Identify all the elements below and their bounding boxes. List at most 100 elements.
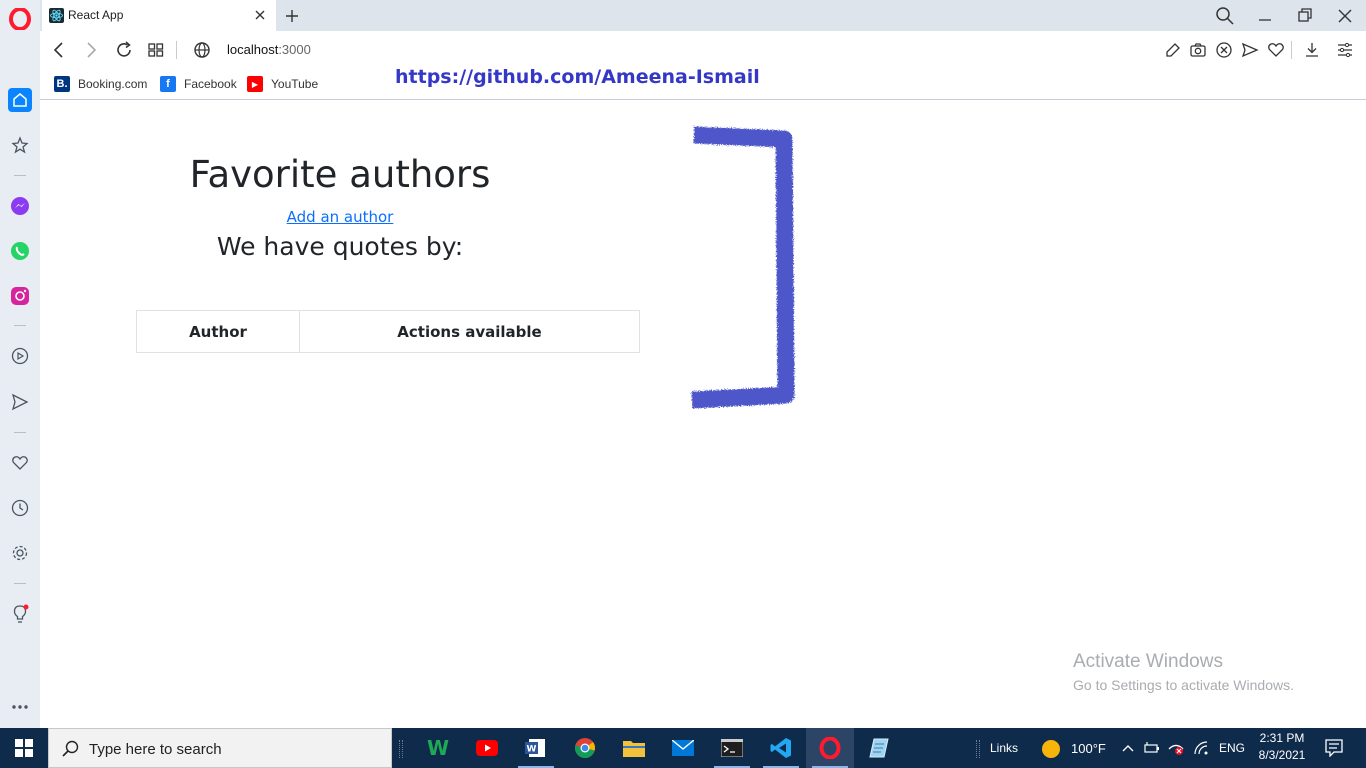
easy-setup-menu-icon[interactable] — [1336, 41, 1354, 59]
send-flow-icon[interactable] — [1241, 41, 1259, 59]
word-icon: W — [525, 739, 545, 757]
taskbar-terminal[interactable] — [708, 728, 756, 768]
speed-dial-star-icon[interactable] — [8, 133, 32, 157]
close-window-icon[interactable] — [1334, 5, 1356, 27]
opera-app-icon — [819, 737, 841, 759]
back-arrow-icon[interactable] — [49, 40, 69, 60]
settings-gear-icon[interactable] — [8, 541, 32, 565]
home-icon[interactable] — [8, 88, 32, 112]
more-options-icon[interactable] — [8, 695, 32, 719]
taskbar-word[interactable]: W — [512, 728, 560, 768]
whatsapp-icon[interactable] — [8, 239, 32, 263]
clock[interactable]: 2:31 PM 8/3/2021 — [1252, 731, 1312, 762]
weather-sun-icon[interactable] — [1041, 739, 1061, 759]
bookmark-booking[interactable]: B. Booking.com — [54, 75, 147, 93]
tabs-grid-icon[interactable] — [146, 40, 166, 60]
page-content: Favorite authors Add an author We have q… — [40, 101, 1366, 728]
send-icon[interactable] — [8, 390, 32, 414]
react-favicon-icon — [49, 8, 64, 23]
tab-title: React App — [68, 8, 124, 22]
watermark-line2: Go to Settings to activate Windows. — [1073, 677, 1294, 693]
taskbar-file-explorer[interactable] — [610, 728, 658, 768]
globe-icon[interactable] — [192, 40, 212, 60]
notepad-icon — [869, 738, 889, 758]
wifi-icon[interactable] — [1193, 740, 1209, 756]
taskbar-vscode[interactable] — [757, 728, 805, 768]
new-tab-plus-icon[interactable] — [282, 6, 302, 26]
player-icon[interactable] — [8, 344, 32, 368]
temperature[interactable]: 100°F — [1071, 741, 1106, 756]
terminal-icon — [721, 739, 743, 757]
edit-snapshot-icon[interactable] — [1164, 41, 1182, 59]
adblock-icon[interactable] — [1215, 41, 1233, 59]
column-header-author: Author — [136, 310, 300, 353]
windows-taskbar: Type here to search W W Links 100°F ENG — [0, 728, 1366, 768]
taskbar-mail[interactable] — [659, 728, 707, 768]
url-host: localhost — [227, 42, 279, 57]
hand-drawn-bracket — [691, 126, 795, 409]
bookmark-heart-icon[interactable] — [1267, 41, 1285, 59]
tab-strip: React App — [40, 0, 1366, 31]
chevron-up-icon[interactable] — [1120, 740, 1136, 756]
url-field[interactable]: localhost:3000 — [227, 42, 311, 57]
taskbar-notepad[interactable] — [855, 728, 903, 768]
opera-logo-icon[interactable] — [9, 8, 31, 30]
reload-icon[interactable] — [114, 40, 134, 60]
youtube-icon: ▶ — [247, 76, 263, 92]
search-placeholder: Type here to search — [89, 741, 222, 758]
bookmark-label: YouTube — [271, 77, 319, 91]
minimize-icon[interactable] — [1254, 5, 1276, 27]
booking-icon: B. — [54, 76, 70, 92]
chrome-icon — [574, 738, 596, 759]
history-clock-icon[interactable] — [8, 496, 32, 520]
folder-icon — [623, 741, 645, 757]
heart-icon[interactable] — [8, 451, 32, 475]
bookmark-facebook[interactable]: f Facebook — [160, 75, 237, 93]
activate-windows-watermark: Activate Windows Go to Settings to activ… — [1073, 651, 1294, 693]
battery-icon[interactable] — [1144, 740, 1160, 756]
search-icon — [62, 740, 79, 757]
youtube-app-icon — [476, 740, 498, 756]
taskbar-youtube[interactable] — [463, 728, 511, 768]
watermark-line1: Activate Windows — [1073, 651, 1223, 672]
page-subtitle: We have quotes by: — [216, 232, 464, 261]
taskbar-search-box[interactable]: Type here to search — [48, 728, 392, 768]
network-offline-icon[interactable] — [1168, 740, 1184, 756]
svg-text:W: W — [527, 745, 537, 755]
mail-icon — [672, 740, 694, 756]
forward-arrow-icon[interactable] — [81, 40, 101, 60]
lightbulb-icon[interactable] — [8, 602, 32, 626]
notification-center-icon[interactable] — [1325, 739, 1343, 757]
close-tab-icon[interactable] — [252, 7, 268, 23]
bookmark-youtube[interactable]: ▶ YouTube — [247, 75, 318, 93]
links-toolbar[interactable]: Links — [990, 741, 1018, 755]
bookmarks-bar: B. Booking.com f Facebook ▶ YouTube http… — [40, 66, 1366, 100]
start-button[interactable] — [0, 728, 48, 768]
taskbar-chrome[interactable] — [561, 728, 609, 768]
bookmark-label: Facebook — [184, 77, 237, 91]
facebook-icon: f — [160, 76, 176, 92]
camera-icon[interactable] — [1189, 41, 1207, 59]
clock-time: 2:31 PM — [1259, 731, 1305, 745]
instagram-icon[interactable] — [8, 284, 32, 308]
address-bar: localhost:3000 — [40, 31, 1366, 69]
taskbar-opera[interactable] — [806, 728, 854, 768]
clock-date: 8/3/2021 — [1258, 748, 1306, 762]
taskbar-w3schools[interactable]: W — [414, 728, 462, 768]
language-indicator[interactable]: ENG — [1219, 741, 1245, 755]
download-icon[interactable] — [1303, 41, 1321, 59]
vscode-icon — [770, 738, 791, 758]
github-link-overlay: https://github.com/Ameena-Ismail — [395, 66, 760, 88]
bookmark-label: Booking.com — [78, 77, 148, 91]
opera-sidebar — [0, 0, 40, 728]
add-author-link[interactable]: Add an author — [40, 208, 640, 226]
page-title: Favorite authors — [189, 153, 491, 196]
authors-table: Author Actions available — [136, 310, 640, 353]
column-header-actions: Actions available — [299, 310, 640, 353]
restore-icon[interactable] — [1294, 5, 1316, 27]
tab-react-app[interactable]: React App — [42, 0, 276, 31]
messenger-icon[interactable] — [8, 194, 32, 218]
w3schools-icon: W — [426, 736, 450, 760]
url-port: :3000 — [278, 42, 311, 57]
search-tabs-icon[interactable] — [1214, 5, 1236, 27]
